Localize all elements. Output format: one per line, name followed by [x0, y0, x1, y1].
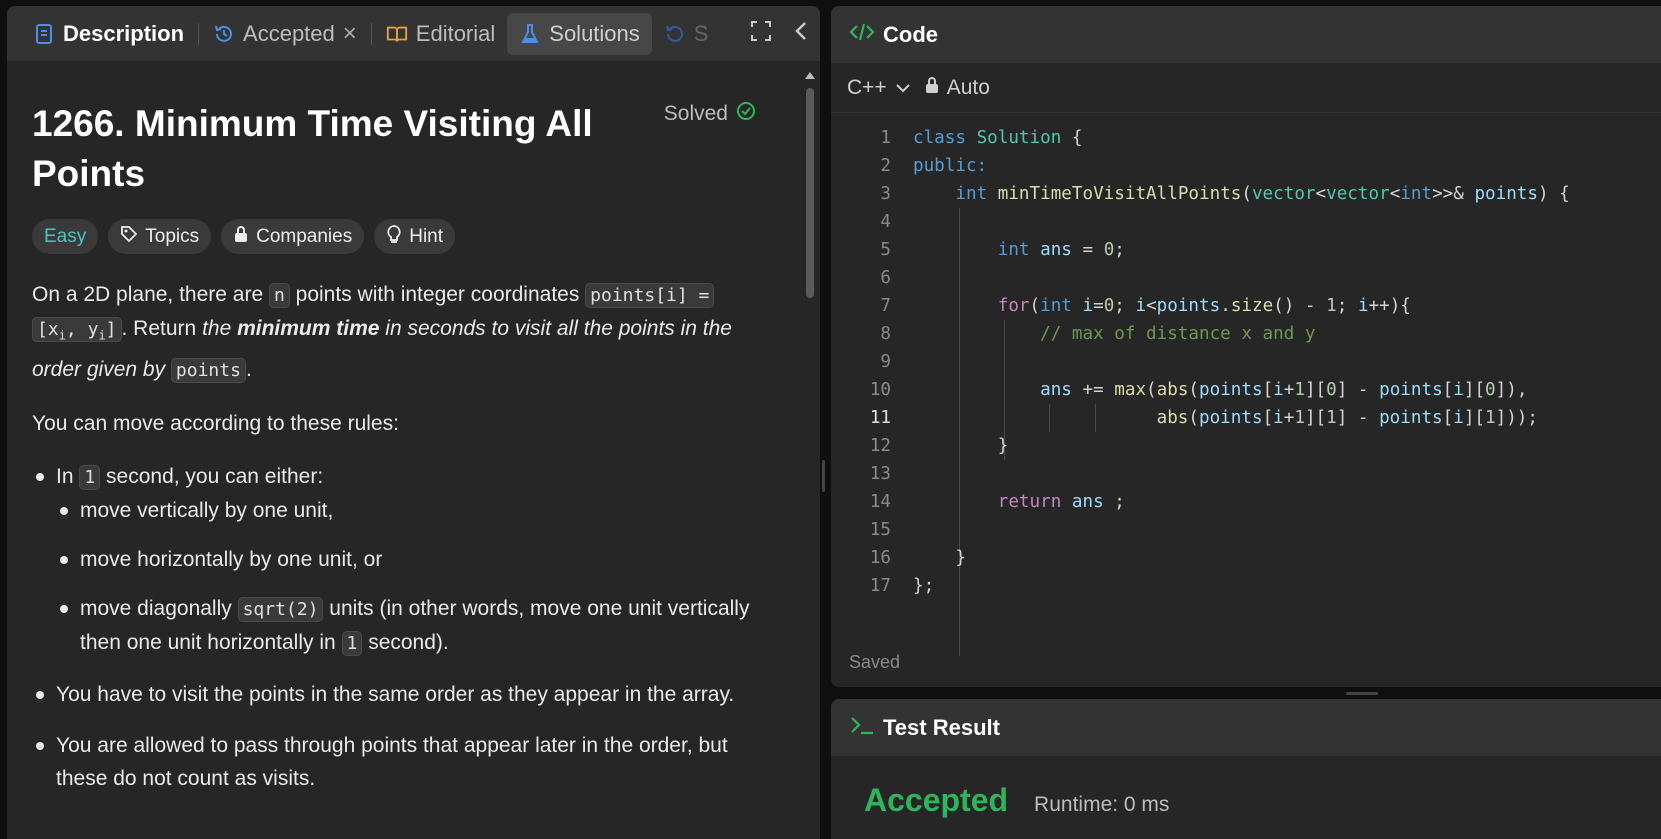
description-panel: Description Accepted × Editorial Solutio… [7, 6, 820, 839]
tab-accepted[interactable]: Accepted × [201, 13, 369, 55]
hint-label: Hint [409, 225, 444, 247]
description-content: 1266. Minimum Time Visiting All Points S… [7, 61, 820, 839]
lock-icon [233, 225, 249, 249]
tab-description-label: Description [63, 20, 185, 46]
tag-icon [120, 225, 138, 249]
solved-label: Solved [663, 102, 728, 125]
auto-mode-toggle[interactable]: Auto [925, 76, 990, 100]
difficulty-badge: Easy [32, 219, 99, 254]
vertical-resize-handle[interactable] [822, 460, 825, 492]
companies-button[interactable]: Companies [221, 219, 365, 254]
code-icon [849, 21, 875, 49]
history-icon [664, 23, 686, 45]
tab-divider [370, 22, 372, 45]
companies-label: Companies [256, 225, 353, 247]
history-icon [213, 23, 235, 45]
check-circle-icon [736, 101, 756, 127]
code-line: 10 ans += max(abs(points[i+1][0] - point… [869, 380, 1528, 400]
list-item: move diagonally sqrt(2) units (in other … [60, 592, 752, 660]
code-line: 9 [880, 352, 891, 372]
fullscreen-icon[interactable] [750, 20, 772, 47]
code-line: 7 for(int i=0; i<points.size() - 1; i++)… [880, 296, 1411, 316]
tabbar-actions [750, 6, 808, 61]
list-item: You have to visit the points in the same… [36, 678, 752, 711]
code-line: 17}; [869, 576, 935, 596]
inline-code: 1 [341, 630, 363, 656]
language-label: C++ [847, 75, 887, 99]
code-line: 1 class Solution { [880, 128, 1083, 148]
code-editor[interactable]: 1 class Solution { 2 public: 3 int minTime… [831, 124, 1661, 656]
code-panel: Code C++ Auto 1 class Solution { 2 public:… [831, 6, 1661, 687]
inline-code: points[i] = [585, 283, 715, 308]
test-result-panel: Test Result Accepted Runtime: 0 ms [831, 699, 1661, 839]
inline-code: [xi, yi] [32, 317, 122, 343]
code-line: 16 } [869, 548, 966, 568]
topics-label: Topics [145, 225, 200, 247]
sub-rules-list: move vertically by one unit, move horizo… [56, 494, 752, 660]
statement-paragraph: On a 2D plane, there are n points with i… [32, 283, 732, 383]
document-icon [33, 23, 55, 45]
title-row: 1266. Minimum Time Visiting All Points S… [32, 99, 794, 199]
code-toolbar: C++ Auto [831, 63, 1661, 113]
inline-code: points [170, 357, 246, 383]
test-result-title: Test Result [883, 714, 1000, 740]
code-line: 5 int ans = 0; [880, 240, 1125, 260]
tab-divider [198, 22, 200, 45]
lock-icon [925, 76, 939, 100]
list-item: move horizontally by one unit, or [60, 543, 752, 576]
code-line: 13 [869, 464, 891, 484]
rules-intro: You can move according to these rules: [32, 411, 399, 435]
code-panel-header: Code [831, 6, 1661, 63]
code-line: 4 [880, 212, 891, 232]
panel-tabbar: Description Accepted × Editorial Solutio… [7, 6, 820, 61]
terminal-icon [849, 714, 875, 742]
tab-submissions[interactable]: S [652, 13, 721, 55]
inline-code: 1 [79, 464, 101, 490]
problem-title[interactable]: 1266. Minimum Time Visiting All Points [32, 99, 632, 199]
save-status: Saved [849, 652, 901, 672]
code-line: 6 [880, 268, 891, 288]
tab-submissions-label: S [693, 20, 709, 46]
tab-editorial-label: Editorial [415, 20, 496, 46]
code-line: 14 return ans ; [869, 492, 1125, 512]
inline-code: sqrt(2) [237, 596, 324, 622]
lightbulb-icon [386, 224, 402, 250]
close-icon[interactable]: × [343, 20, 357, 48]
book-icon [386, 23, 408, 45]
horizontal-resize-handle[interactable] [1346, 692, 1378, 695]
list-item: In 1 second, you can either: move vertic… [36, 460, 752, 660]
rules-list: In 1 second, you can either: move vertic… [32, 460, 752, 795]
code-line: 11 abs(points[i+1][1] - points[i][1])); [869, 408, 1538, 428]
test-result-header: Test Result [831, 699, 1661, 756]
list-item: move vertically by one unit, [60, 494, 752, 527]
tab-solutions-label: Solutions [549, 20, 640, 46]
code-line: 15 [869, 520, 891, 540]
code-panel-title: Code [883, 21, 938, 47]
result-summary: Accepted Runtime: 0 ms [831, 756, 1661, 819]
tag-row: Easy Topics Companies Hint [32, 219, 794, 254]
code-line: 12 } [869, 436, 1009, 456]
runtime-label: Runtime: 0 ms [1034, 793, 1170, 816]
solved-status: Solved [664, 101, 756, 127]
chevron-down-icon [895, 76, 911, 100]
mode-label: Auto [946, 75, 990, 99]
tab-accepted-label: Accepted [243, 20, 335, 46]
language-select[interactable]: C++ [847, 76, 911, 100]
verdict-label: Accepted [864, 782, 1009, 818]
code-line: 8 // max of distance x and y [880, 324, 1316, 344]
code-line: 3 int minTimeToVisitAllPoints(vector<vec… [880, 184, 1570, 204]
tab-editorial[interactable]: Editorial [374, 13, 507, 55]
topics-button[interactable]: Topics [108, 219, 212, 254]
tab-solutions[interactable]: Solutions [507, 12, 652, 55]
list-item: You are allowed to pass through points t… [36, 729, 752, 795]
flask-icon [519, 23, 541, 45]
inline-code: n [268, 283, 290, 308]
problem-statement: On a 2D plane, there are n points with i… [32, 278, 752, 795]
chevron-left-icon[interactable] [794, 20, 808, 47]
hint-button[interactable]: Hint [374, 219, 456, 254]
code-line: 2 public: [880, 156, 988, 176]
tab-description[interactable]: Description [21, 13, 196, 55]
